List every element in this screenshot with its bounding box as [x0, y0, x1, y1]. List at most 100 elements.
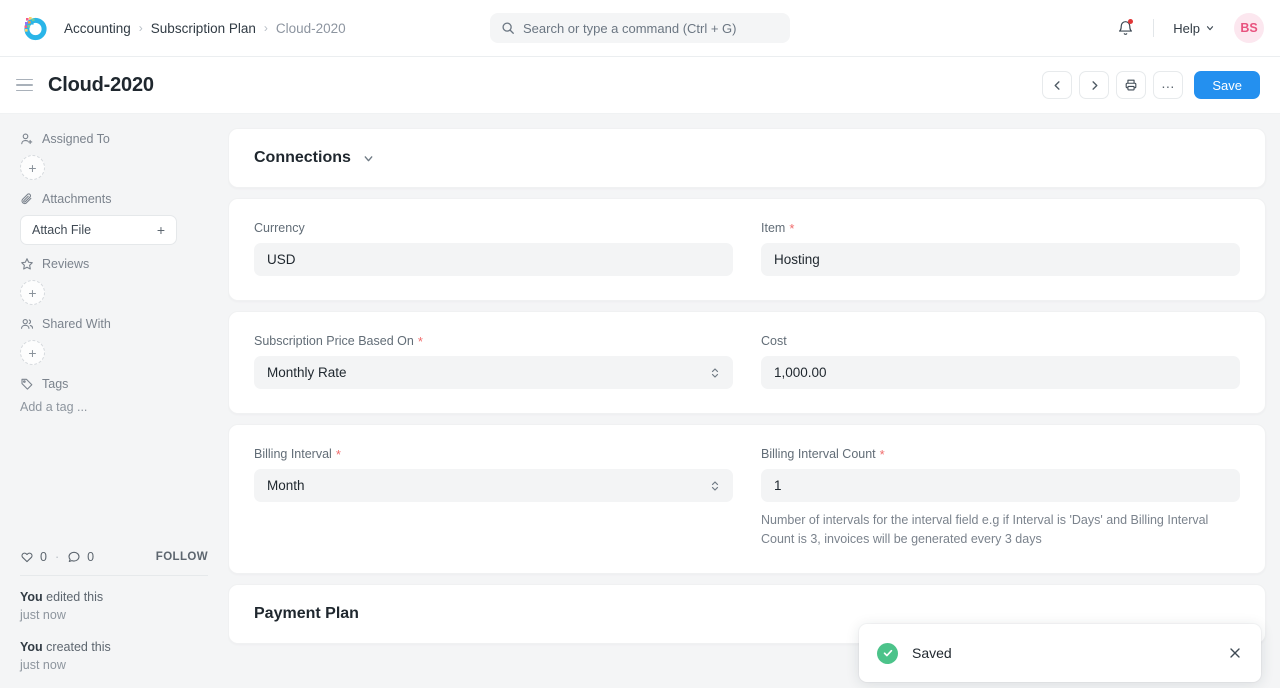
breadcrumb-separator: ›	[139, 21, 143, 35]
add-share-button[interactable]: +	[20, 340, 45, 365]
currency-input[interactable]: USD	[254, 243, 733, 276]
user-plus-icon	[20, 132, 34, 146]
add-assignment-button[interactable]: +	[20, 155, 45, 180]
close-icon[interactable]	[1225, 643, 1245, 663]
help-label: Help	[1173, 21, 1200, 36]
save-button[interactable]: Save	[1194, 71, 1260, 99]
chevron-down-icon	[1205, 23, 1215, 33]
label-text: Billing Interval	[254, 447, 332, 461]
heart-icon[interactable]	[20, 550, 34, 564]
tag-icon	[20, 377, 34, 391]
sidebar-footer: 0 · 0 FOLLOW You edited this just now Yo…	[20, 550, 208, 688]
shared-with-header: Shared With	[20, 317, 208, 331]
activity-actor: You	[20, 640, 43, 654]
saved-toast: Saved	[859, 624, 1261, 682]
more-actions-button[interactable]: …	[1153, 71, 1183, 99]
paperclip-icon	[20, 192, 34, 206]
breadcrumb-item-current[interactable]: Cloud-2020	[270, 18, 352, 39]
billing-interval-count-input[interactable]: 1	[761, 469, 1240, 502]
attachments-label: Attachments	[42, 192, 111, 206]
follow-button[interactable]: FOLLOW	[156, 551, 208, 563]
breadcrumb: Accounting › Subscription Plan › Cloud-2…	[58, 18, 352, 39]
chevron-updown-icon	[710, 366, 720, 380]
field-value: 1,000.00	[774, 365, 827, 380]
print-button[interactable]	[1116, 71, 1146, 99]
add-tag-input[interactable]: Add a tag ...	[20, 400, 208, 414]
search-icon	[501, 21, 515, 35]
field-cost: Cost 1,000.00	[761, 334, 1240, 389]
field-value: USD	[267, 252, 296, 267]
attach-file-button[interactable]: Attach File +	[20, 215, 177, 245]
document-stats: 0 · 0 FOLLOW	[20, 550, 208, 575]
required-indicator: *	[336, 448, 341, 461]
activity-item: You edited this just now	[20, 588, 208, 624]
subscription-price-based-on-select[interactable]: Monthly Rate	[254, 356, 733, 389]
cost-input[interactable]: 1,000.00	[761, 356, 1240, 389]
toast-message: Saved	[912, 645, 952, 661]
item-input[interactable]: Hosting	[761, 243, 1240, 276]
tags-header: Tags	[20, 377, 208, 391]
billing-interval-select[interactable]: Month	[254, 469, 733, 502]
top-navbar: Accounting › Subscription Plan › Cloud-2…	[0, 0, 1280, 57]
like-count: 0	[40, 550, 47, 564]
field-label: Billing Interval *	[254, 447, 733, 461]
assigned-to-header: Assigned To	[20, 132, 208, 146]
connections-section[interactable]: Connections	[228, 128, 1266, 188]
frappe-logo[interactable]	[20, 14, 48, 42]
chevron-down-icon[interactable]	[361, 151, 376, 166]
label-text: Billing Interval Count	[761, 447, 876, 461]
sidebar-section-assigned-to: Assigned To +	[20, 132, 208, 180]
help-menu-button[interactable]: Help	[1166, 16, 1222, 41]
activity-action: edited this	[43, 590, 103, 604]
field-label: Subscription Price Based On *	[254, 334, 733, 348]
next-document-button[interactable]	[1079, 71, 1109, 99]
field-value: 1	[774, 478, 782, 493]
field-label: Cost	[761, 334, 1240, 348]
breadcrumb-item-accounting[interactable]: Accounting	[58, 18, 137, 39]
field-help-text: Number of intervals for the interval fie…	[761, 511, 1240, 549]
field-label: Billing Interval Count *	[761, 447, 1240, 461]
required-indicator: *	[880, 448, 885, 461]
page-title: Cloud-2020	[48, 74, 154, 97]
form-card-price-cost: Subscription Price Based On * Monthly Ra…	[228, 311, 1266, 414]
form-card-billing-interval: Billing Interval * Month Bi	[228, 424, 1266, 574]
check-circle-icon	[877, 643, 898, 664]
form-area: Connections Currency USD	[228, 114, 1280, 688]
breadcrumb-separator: ›	[264, 21, 268, 35]
activity-item: You created this just now	[20, 638, 208, 674]
comment-count: 0	[87, 550, 94, 564]
navbar-divider	[1153, 19, 1154, 37]
page-header: Cloud-2020 … Save	[0, 57, 1280, 114]
sidebar: Assigned To + Attachments Attach File +	[0, 114, 228, 688]
field-value: Monthly Rate	[267, 365, 347, 380]
field-subscription-price-based-on: Subscription Price Based On * Monthly Ra…	[254, 334, 733, 389]
sidebar-section-shared-with: Shared With +	[20, 317, 208, 365]
attachments-header: Attachments	[20, 192, 208, 206]
field-billing-interval: Billing Interval * Month	[254, 447, 733, 549]
sidebar-section-tags: Tags Add a tag ...	[20, 377, 208, 414]
sidebar-section-attachments: Attachments Attach File +	[20, 192, 208, 245]
page-header-actions: … Save	[1042, 71, 1260, 99]
breadcrumb-item-subscription-plan[interactable]: Subscription Plan	[145, 18, 262, 39]
global-search[interactable]	[490, 13, 790, 43]
sidebar-section-reviews: Reviews +	[20, 257, 208, 305]
activity-time: just now	[20, 606, 208, 624]
field-item: Item * Hosting	[761, 221, 1240, 276]
label-text: Subscription Price Based On	[254, 334, 414, 348]
field-label: Currency	[254, 221, 733, 235]
field-billing-interval-count: Billing Interval Count * 1 Number of int…	[761, 447, 1240, 549]
hamburger-icon[interactable]	[16, 74, 38, 96]
avatar-initials: BS	[1240, 21, 1257, 35]
reviews-label: Reviews	[42, 257, 89, 271]
prev-document-button[interactable]	[1042, 71, 1072, 99]
form-card-currency-item: Currency USD Item * Hosting	[228, 198, 1266, 301]
add-review-button[interactable]: +	[20, 280, 45, 305]
search-input[interactable]	[523, 21, 779, 36]
more-dots-icon: …	[1161, 75, 1176, 91]
star-icon	[20, 257, 34, 271]
comment-icon[interactable]	[67, 550, 81, 564]
payment-plan-title: Payment Plan	[254, 605, 1240, 623]
notifications-button[interactable]	[1109, 12, 1141, 44]
avatar[interactable]: BS	[1234, 13, 1264, 43]
plus-icon: +	[157, 222, 165, 238]
